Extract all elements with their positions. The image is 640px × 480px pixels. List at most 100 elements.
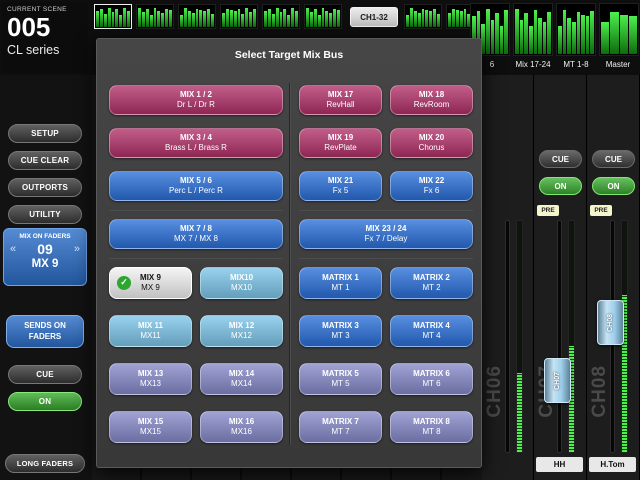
bus-label-top: MIX 18 (419, 90, 444, 100)
scene-panel[interactable]: CURRENT SCENE 005 CL series (2, 2, 88, 73)
dialog-title: Select Target Mix Bus (97, 49, 481, 61)
channel-strip-ch08: CUE ON PRE CH08 CH08 H.Tom (587, 75, 640, 480)
outports-button[interactable]: OUTPORTS (8, 178, 82, 197)
bus-label-top: MIX 16 (229, 417, 254, 427)
bus-label-bottom: MX12 (231, 331, 252, 341)
bus-mix-18[interactable]: MIX 18 RevRoom (390, 85, 473, 115)
bus-mix-10[interactable]: MIX10 MX10 (200, 267, 283, 299)
bus-label-top: MIX 14 (229, 369, 254, 379)
section-divider (109, 258, 283, 259)
cue-button[interactable]: CUE (592, 150, 635, 168)
channel-meter (568, 220, 575, 453)
bus-label-top: MIX 17 (328, 90, 353, 100)
bus-label-top: MATRIX 6 (413, 369, 450, 379)
fader-cap[interactable]: CH08 (597, 300, 624, 345)
bus-mix-11[interactable]: MIX 11 MX11 (109, 315, 192, 347)
bus-matrix-6[interactable]: MATRIX 6 MT 6 (390, 363, 473, 395)
bus-label-top: MIX 3 / 4 (180, 133, 212, 143)
bus-mix-14[interactable]: MIX 14 MX14 (200, 363, 283, 395)
bus-mix-9-selected[interactable]: ✓ MIX 9 MX 9 (109, 267, 192, 299)
next-mix-arrow-icon[interactable]: » (74, 243, 80, 255)
bus-label-top: MATRIX 5 (322, 369, 359, 379)
on-master-button[interactable]: ON (8, 392, 82, 411)
fader-track[interactable] (557, 220, 562, 453)
cue-master-button[interactable]: CUE (8, 365, 82, 384)
sends-on-faders-button[interactable]: SENDS ON FADERS (6, 315, 84, 348)
meter-block-3[interactable] (178, 4, 216, 29)
cue-button[interactable]: CUE (539, 150, 582, 168)
bus-label-top: MIX 7 / 8 (180, 224, 212, 234)
bank-button-ch1-32[interactable]: CH1-32 (350, 7, 398, 27)
on-button[interactable]: ON (592, 177, 635, 195)
meter-group-master[interactable] (599, 3, 639, 56)
mix-on-faders-panel[interactable]: MIX ON FADERS « 09 » MX 9 (3, 228, 87, 286)
bus-mix-1-2[interactable]: MIX 1 / 2 Dr L / Dr R (109, 85, 283, 115)
bus-mix-12[interactable]: MIX 12 MX12 (200, 315, 283, 347)
long-faders-button[interactable]: LONG FADERS (5, 454, 85, 473)
bus-mix-15[interactable]: MIX 15 MX15 (109, 411, 192, 443)
bus-matrix-4[interactable]: MATRIX 4 MT 4 (390, 315, 473, 347)
sidebar: SETUP CUE CLEAR OUTPORTS UTILITY MIX ON … (0, 75, 92, 480)
meter-block-4[interactable] (220, 4, 258, 29)
bus-matrix-1[interactable]: MATRIX 1 MT 1 (299, 267, 382, 299)
fader-cap-label: CH07 (554, 372, 561, 390)
bus-matrix-3[interactable]: MATRIX 3 MT 3 (299, 315, 382, 347)
bus-label-top: MATRIX 1 (322, 273, 359, 283)
bus-mix-5-6[interactable]: MIX 5 / 6 Perc L / Perc R (109, 171, 283, 201)
bus-label-bottom: MT 6 (422, 379, 440, 389)
bus-mix-3-4[interactable]: MIX 3 / 4 Brass L / Brass R (109, 128, 283, 158)
meter-block-7[interactable] (404, 4, 442, 29)
bank-label-1[interactable]: 6 (486, 60, 498, 69)
bus-mix-17[interactable]: MIX 17 RevHall (299, 85, 382, 115)
bus-mix-23-24[interactable]: MIX 23 / 24 Fx 7 / Delay (299, 219, 473, 249)
bus-label-top: MIX 23 / 24 (366, 224, 407, 234)
bus-matrix-7[interactable]: MATRIX 7 MT 7 (299, 411, 382, 443)
bus-mix-19[interactable]: MIX 19 RevPlate (299, 128, 382, 158)
bus-label-bottom: Fx 7 / Delay (365, 234, 408, 244)
on-button[interactable]: ON (539, 177, 582, 195)
fader-track[interactable] (505, 220, 510, 453)
bus-matrix-2[interactable]: MATRIX 2 MT 2 (390, 267, 473, 299)
bus-label-bottom: MX14 (231, 379, 252, 389)
bus-label-bottom: RevRoom (414, 100, 450, 110)
bus-label-bottom: MT 1 (331, 283, 349, 293)
mix-name: MX 9 (4, 258, 86, 270)
meter-group-mix-17-24[interactable] (513, 3, 553, 56)
fader-cap[interactable]: CH07 (544, 358, 571, 403)
meter-block-2[interactable] (136, 4, 174, 29)
bus-mix-13[interactable]: MIX 13 MX13 (109, 363, 192, 395)
bus-matrix-5[interactable]: MATRIX 5 MT 5 (299, 363, 382, 395)
bank-label-master[interactable]: Master (597, 60, 639, 69)
bus-label-bottom: Chorus (419, 143, 445, 153)
check-icon: ✓ (117, 276, 131, 290)
utility-button[interactable]: UTILITY (8, 205, 82, 224)
bus-mix-22[interactable]: MIX 22 Fx 6 (390, 171, 473, 201)
bus-label-top: MIX 1 / 2 (180, 90, 212, 100)
bus-mix-16[interactable]: MIX 16 MX16 (200, 411, 283, 443)
sends-on-faders-line2: FADERS (29, 332, 61, 342)
bus-label-top: MIX 13 (138, 369, 163, 379)
bus-mix-7-8[interactable]: MIX 7 / 8 MX 7 / MX 8 (109, 219, 283, 249)
bus-label-bottom: Dr L / Dr R (177, 100, 215, 110)
channel-name[interactable]: HH (536, 457, 583, 472)
bus-label-bottom: MT 2 (422, 283, 440, 293)
meter-group-mt-1-8[interactable] (556, 3, 596, 56)
meter-block-6[interactable] (304, 4, 342, 29)
bus-label-top: MIX 11 (138, 321, 163, 331)
bus-label-top: MATRIX 3 (322, 321, 359, 331)
bus-mix-21[interactable]: MIX 21 Fx 5 (299, 171, 382, 201)
meter-block-1-selected[interactable] (94, 4, 132, 29)
column-divider (289, 83, 291, 445)
bus-mix-20[interactable]: MIX 20 Chorus (390, 128, 473, 158)
bus-matrix-8[interactable]: MATRIX 8 MT 8 (390, 411, 473, 443)
bus-label-bottom: MT 7 (331, 427, 349, 437)
bank-label-mt-1-8[interactable]: MT 1-8 (556, 60, 596, 69)
setup-button[interactable]: SETUP (8, 124, 82, 143)
bus-label-top: MATRIX 4 (413, 321, 450, 331)
channel-name[interactable]: H.Tom (589, 457, 636, 472)
prev-mix-arrow-icon[interactable]: « (10, 243, 16, 255)
cue-clear-button[interactable]: CUE CLEAR (8, 151, 82, 170)
fader-cap-label: CH08 (607, 314, 614, 332)
meter-block-5[interactable] (262, 4, 300, 29)
bank-label-mix-17-24[interactable]: Mix 17-24 (509, 60, 557, 69)
